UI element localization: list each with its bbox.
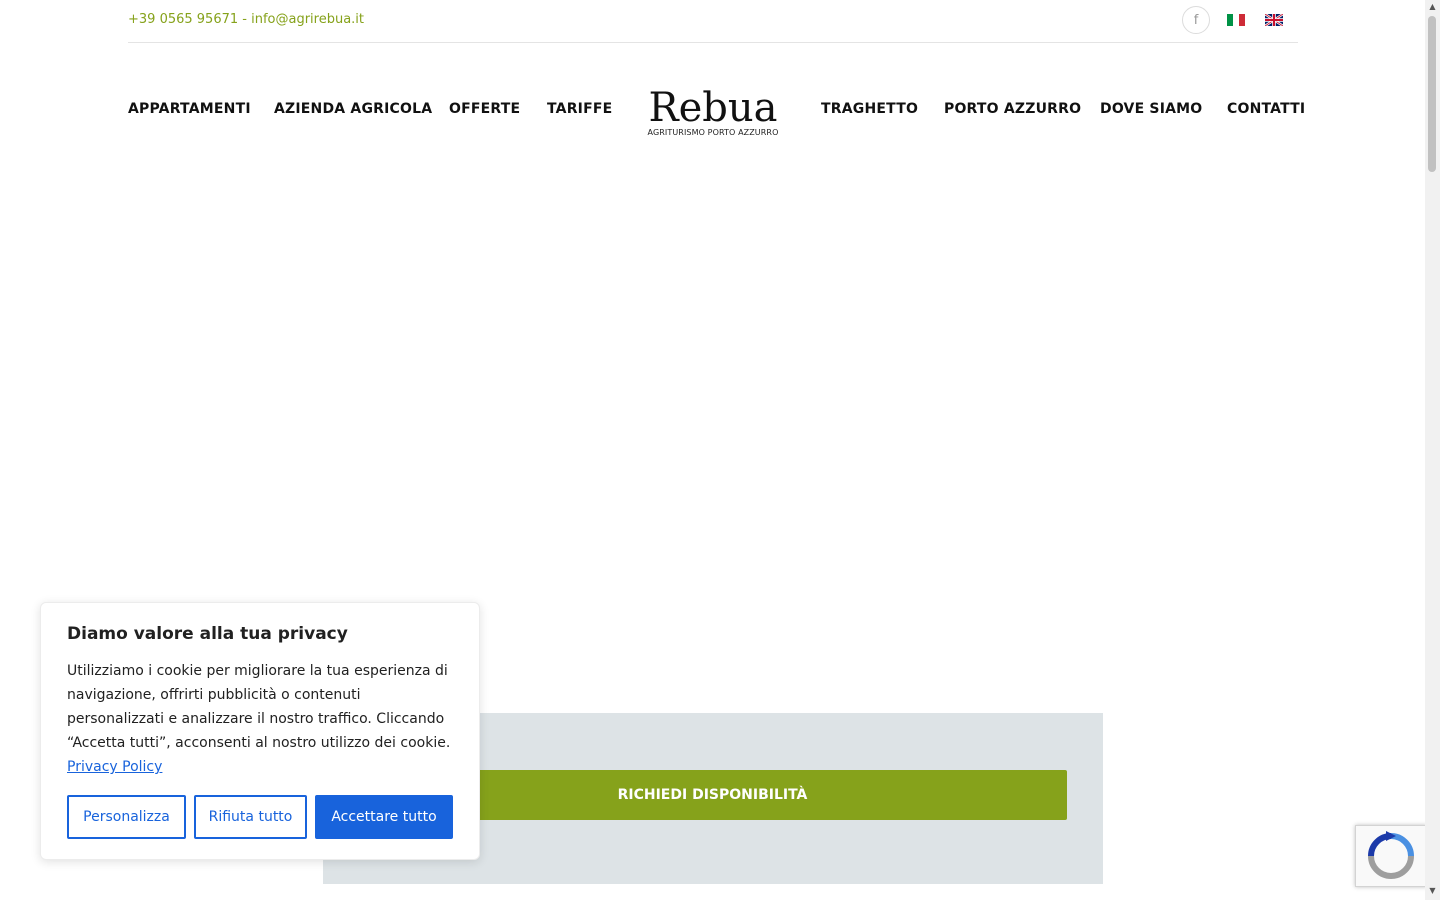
cookie-title: Diamo valore alla tua privacy xyxy=(67,624,348,644)
nav-appartamenti[interactable]: APPARTAMENTI xyxy=(128,101,251,117)
facebook-icon[interactable]: f xyxy=(1182,6,1210,34)
recaptcha-badge[interactable] xyxy=(1355,825,1427,887)
cookie-description: Utilizziamo i cookie per migliorare la t… xyxy=(67,663,451,751)
nav-porto-azzurro[interactable]: PORTO AZZURRO xyxy=(944,101,1081,117)
privacy-policy-link[interactable]: Privacy Policy xyxy=(67,759,162,775)
scroll-down-icon[interactable]: ▼ xyxy=(1425,884,1440,898)
scroll-thumb[interactable] xyxy=(1428,16,1436,172)
recaptcha-icon xyxy=(1368,831,1414,879)
customize-button[interactable]: Personalizza xyxy=(67,795,186,839)
accept-all-button[interactable]: Accettare tutto xyxy=(315,795,453,839)
scrollbar[interactable]: ▲ ▼ xyxy=(1425,0,1440,900)
top-bar: +39 0565 95671 - info@agrirebua.it f xyxy=(128,0,1298,43)
italian-flag-icon[interactable] xyxy=(1227,14,1245,26)
scroll-up-icon[interactable]: ▲ xyxy=(1425,0,1440,14)
nav-tariffe[interactable]: TARIFFE xyxy=(547,101,612,117)
nav-dove-siamo[interactable]: DOVE SIAMO xyxy=(1100,101,1202,117)
english-flag-icon[interactable] xyxy=(1265,14,1283,26)
nav-traghetto[interactable]: TRAGHETTO xyxy=(821,101,918,117)
reject-all-button[interactable]: Rifiuta tutto xyxy=(194,795,307,839)
nav-contatti[interactable]: CONTATTI xyxy=(1227,101,1305,117)
cookie-banner: Diamo valore alla tua privacy Utilizziam… xyxy=(40,602,480,860)
nav-azienda-agricola[interactable]: AZIENDA AGRICOLA xyxy=(274,101,432,117)
cookie-text: Utilizziamo i cookie per migliorare la t… xyxy=(67,659,457,779)
site-logo[interactable]: Rebua AGRITURISMO PORTO AZZURRO xyxy=(636,88,790,137)
contact-info[interactable]: +39 0565 95671 - info@agrirebua.it xyxy=(128,12,364,27)
nav-offerte[interactable]: OFFERTE xyxy=(449,101,520,117)
logo-name: Rebua xyxy=(648,85,778,131)
logo-subtitle: AGRITURISMO PORTO AZZURRO xyxy=(647,128,779,137)
